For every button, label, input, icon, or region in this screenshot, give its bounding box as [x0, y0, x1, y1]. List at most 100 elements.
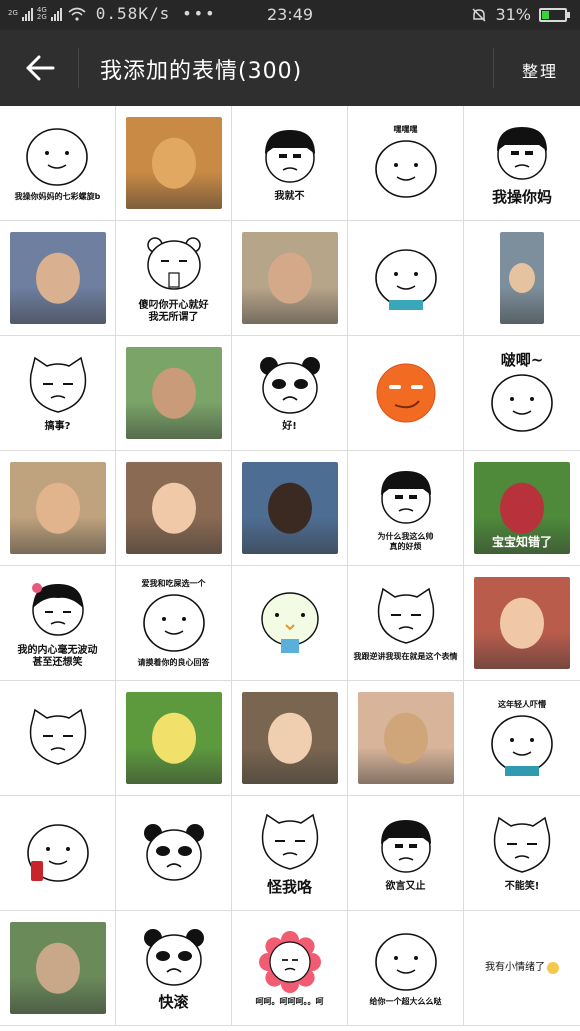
sticker-caption: 我就不	[274, 190, 305, 202]
sticker-cell[interactable]: 给你一个超大么么哒	[348, 911, 464, 1026]
sticker-cell[interactable]: 为什么我这么帅 真的好烦	[348, 451, 464, 566]
sticker-cell[interactable]	[348, 681, 464, 796]
photo-subject	[500, 597, 544, 649]
sticker-caption: 我操你妈	[491, 187, 552, 206]
sticker-cell[interactable]: 快滚	[116, 911, 232, 1026]
sticker-caption: 不能笑!	[504, 880, 540, 892]
sticker-image	[241, 462, 338, 554]
sticker-cell[interactable]: 爱我和吃屎选一个 请摸着你的良心回答	[116, 566, 232, 681]
photo-subject	[509, 263, 535, 293]
sticker-cell[interactable]	[116, 796, 232, 911]
meme-face-icon	[376, 363, 435, 423]
sticker-image: 嘿嘿嘿	[371, 125, 441, 201]
sticker-image	[500, 232, 544, 324]
sticker-cell[interactable]	[232, 451, 348, 566]
sticker-cell[interactable]	[348, 221, 464, 336]
sticker-cell[interactable]	[232, 681, 348, 796]
sticker-cell[interactable]: 宝宝知错了	[464, 451, 580, 566]
sticker-cell[interactable]	[0, 796, 116, 911]
sticker-caption: 我跟逆讲我现在就是这个表情	[353, 651, 458, 661]
status-bar: 2G 4G 2G 0.58K/s ••• 23:49 31%	[0, 0, 580, 30]
sticker-cell[interactable]	[348, 336, 464, 451]
sticker-cell[interactable]	[464, 221, 580, 336]
sticker-cell[interactable]	[116, 451, 232, 566]
photo-subject	[267, 712, 312, 764]
sticker-cell[interactable]: 呵呵。呵呵呵。。呵	[232, 911, 348, 1026]
meme-face-icon	[374, 140, 437, 198]
sticker-cell[interactable]: 我的内心毫无波动 甚至还想笑	[0, 566, 116, 681]
sticker-caption: 欲言又止	[385, 880, 426, 892]
sticker-cell[interactable]	[0, 911, 116, 1026]
sticker-cell[interactable]: 搞事?	[0, 336, 116, 451]
sticker-image: 爱我和吃屎选一个 请摸着你的良心回答	[138, 579, 210, 668]
sticker-cell[interactable]	[116, 106, 232, 221]
sticker-caption: 嘿嘿嘿	[393, 125, 418, 134]
sticker-photo: 宝宝知错了	[474, 462, 570, 554]
sticker-cell[interactable]: 这年轻人吓懵	[464, 681, 580, 796]
sticker-cell[interactable]: 我跟逆讲我现在就是这个表情	[348, 566, 464, 681]
photo-subject	[151, 482, 196, 534]
sticker-image: 搞事?	[23, 354, 93, 433]
meme-face-icon	[380, 819, 431, 873]
sticker-photo	[500, 232, 544, 324]
sticker-caption: 我操你妈妈的七彩螺旋b	[14, 191, 101, 201]
sticker-photo	[9, 922, 106, 1014]
sticker-photo	[357, 692, 454, 784]
meme-face-icon	[374, 249, 437, 310]
sticker-cell[interactable]	[0, 221, 116, 336]
sticker-cell[interactable]: 我操你妈	[464, 106, 580, 221]
back-button[interactable]	[20, 50, 60, 86]
meme-face-icon	[264, 129, 315, 183]
meme-face-icon	[377, 587, 434, 644]
meme-face-icon	[258, 930, 321, 993]
sticker-image: 我有小情绪了	[485, 962, 559, 974]
sticker-photo	[9, 232, 106, 324]
photo-subject	[267, 252, 312, 304]
meme-face-icon	[491, 715, 553, 776]
meme-face-icon	[380, 470, 431, 524]
sticker-cell[interactable]: 嘿嘿嘿	[348, 106, 464, 221]
sticker-cell[interactable]	[0, 681, 116, 796]
sticker-cell[interactable]: 我操你妈妈的七彩螺旋b	[0, 106, 116, 221]
meme-face-icon	[260, 592, 319, 653]
sticker-image	[23, 706, 93, 770]
sticker-cell[interactable]	[232, 566, 348, 681]
sticker-image	[125, 347, 222, 439]
sticker-image	[23, 821, 93, 885]
sticker-cell[interactable]: 好!	[232, 336, 348, 451]
sticker-image	[125, 692, 222, 784]
sticker-caption: 这年轻人吓懵	[498, 700, 546, 709]
sticker-image: 宝宝知错了	[474, 462, 570, 554]
sticker-cell[interactable]: 我就不	[232, 106, 348, 221]
sticker-image	[125, 462, 222, 554]
sticker-cell[interactable]: 啵唧~	[464, 336, 580, 451]
sticker-image: 怪我咯	[255, 811, 325, 896]
sticker-cell[interactable]: 怪我咯	[232, 796, 348, 911]
sticker-caption: 好!	[282, 420, 297, 432]
meme-face-icon	[143, 928, 204, 986]
sticker-image	[241, 232, 338, 324]
sticker-image: 我操你妈妈的七彩螺旋b	[14, 125, 101, 202]
sticker-cell[interactable]	[464, 566, 580, 681]
sticker-caption: 为什么我这么帅 真的好烦	[377, 531, 434, 551]
sticker-photo	[125, 347, 222, 439]
meme-face-icon	[374, 932, 437, 991]
sticker-grid: 我操你妈妈的七彩螺旋b 我就不 嘿嘿嘿我操你妈傻叼你开心就好 我无所谓了 搞事? 好! 啵…	[0, 106, 580, 1026]
meme-face-icon	[142, 593, 205, 652]
sticker-cell[interactable]: 傻叼你开心就好 我无所谓了	[116, 221, 232, 336]
sticker-cell[interactable]	[0, 451, 116, 566]
sticker-cell[interactable]	[116, 681, 232, 796]
sticker-cell[interactable]: 欲言又止	[348, 796, 464, 911]
photo-subject	[383, 712, 428, 764]
sticker-image: 这年轻人吓懵	[487, 700, 557, 776]
arrow-left-icon	[26, 55, 55, 81]
sticker-photo	[241, 462, 338, 554]
sticker-cell[interactable]	[116, 336, 232, 451]
meme-face-icon	[261, 813, 318, 870]
sticker-image: 给你一个超大么么哒	[370, 930, 442, 1007]
bell-muted-icon	[471, 7, 487, 23]
sticker-cell[interactable]: 不能笑!	[464, 796, 580, 911]
manage-button[interactable]: 整理	[522, 58, 558, 82]
sticker-cell[interactable]: 我有小情绪了	[464, 911, 580, 1026]
sticker-cell[interactable]	[232, 221, 348, 336]
